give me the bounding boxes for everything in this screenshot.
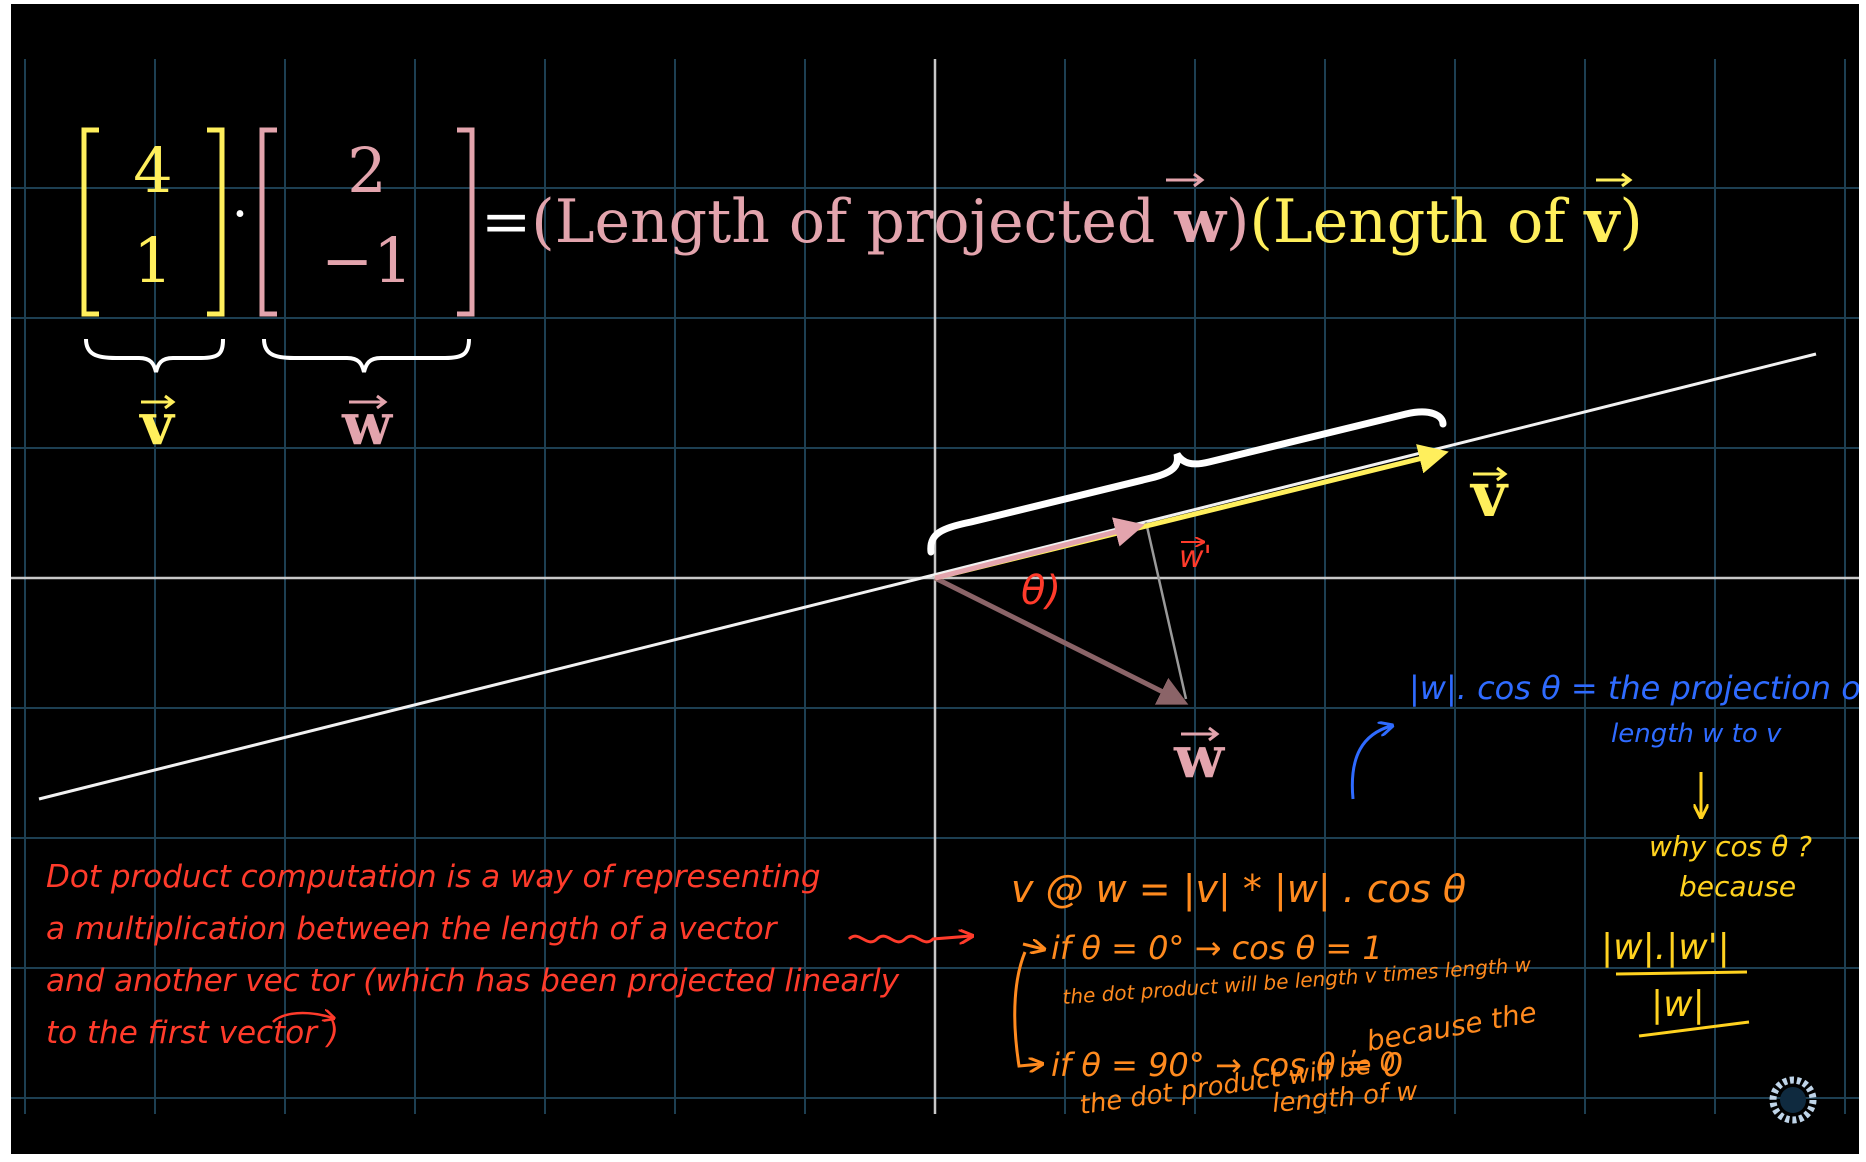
- blue-curved-arrow: [1350, 726, 1391, 800]
- loading-spinner-icon: [1769, 1076, 1817, 1124]
- span-line-v: [38, 352, 1817, 801]
- vector-w-bottom-entry: −1: [321, 224, 412, 297]
- note-red-line-3: and another vec tor (which has been proj…: [46, 963, 900, 999]
- underbrace-label-w: w: [341, 390, 394, 458]
- note-yellow-question: why cos θ ?: [1649, 830, 1812, 863]
- note-yellow-numerator: |w|.|w'|: [1601, 927, 1730, 968]
- note-red-line-1: Dot product computation is a way of repr…: [46, 859, 821, 895]
- note-red-line-2: a multiplication between the length of a…: [46, 911, 779, 947]
- label-v: v: [1469, 458, 1509, 531]
- equation: 4 1 · 2 −1 =(Length of projected w)(Leng…: [81, 127, 1643, 458]
- note-red-line-4: to the first vector ): [46, 1015, 339, 1051]
- bracket-w-left: [259, 127, 277, 317]
- label-theta: θ): [1021, 568, 1061, 614]
- note-yellow-because: because: [1679, 870, 1796, 903]
- bracket-v-left: [81, 127, 99, 317]
- underbrace-w: [262, 338, 471, 373]
- orange-branch-top: [1022, 944, 1043, 949]
- note-blue-line-2: length w to v: [1611, 719, 1782, 749]
- vector-v-top-entry: 4: [133, 134, 172, 207]
- note-yellow-denominator: |w|: [1651, 984, 1705, 1025]
- orange-branch: [1013, 951, 1041, 1066]
- note-red: Dot product computation is a way of repr…: [46, 859, 900, 1051]
- diagram-canvas: 4 1 · 2 −1 =(Length of projected w)(Leng…: [11, 59, 1859, 1124]
- note-orange: v @ w = |v| * |w| . cos θ if θ = 0° → co…: [1011, 867, 1539, 1121]
- note-orange-case1: if θ = 0° → cos θ = 1: [1051, 929, 1383, 967]
- bracket-w-right: [457, 127, 475, 317]
- vector-v-bottom-entry: 1: [133, 224, 172, 297]
- vec-arrow-v-eq: [1596, 172, 1633, 188]
- fraction-bar: [1615, 970, 1748, 976]
- note-yellow: why cos θ ? because |w|.|w'| |w|: [1601, 830, 1812, 1025]
- bracket-v-right: [207, 127, 225, 317]
- squiggle-arrow-red: [847, 936, 971, 942]
- note-blue-line-1: |w|. cos θ = the projection of: [1409, 669, 1859, 707]
- vec-arrow-w-eq: [1166, 172, 1205, 188]
- equation-rhs: =(Length of projected w)(Length of v): [481, 187, 1643, 257]
- note-orange-formula: v @ w = |v| * |w| . cos θ: [1011, 867, 1466, 912]
- vector-w-top-entry: 2: [347, 134, 386, 207]
- label-w-prime: w': [1179, 540, 1212, 575]
- dot-operator: ·: [232, 185, 249, 245]
- length-brace-v: [927, 408, 1447, 556]
- video-frame: 4 1 · 2 −1 =(Length of projected w)(Leng…: [11, 4, 1859, 1154]
